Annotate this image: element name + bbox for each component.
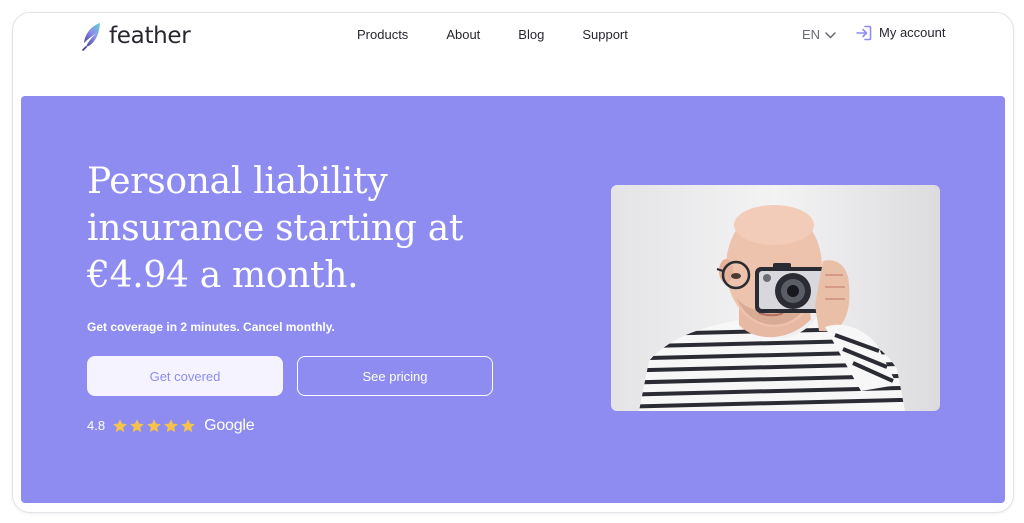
main-menu: Products About Blog Support (357, 26, 666, 44)
nav-item-support[interactable]: Support (582, 26, 628, 44)
browser-frame: feather Products About Blog Support EN M… (12, 12, 1014, 513)
rating-stars (112, 418, 197, 434)
my-account-label: My account (879, 25, 946, 40)
hero-photo (611, 185, 940, 411)
hero-subtitle: Get coverage in 2 minutes. Cancel monthl… (87, 320, 335, 334)
google-wordmark: Google (204, 417, 255, 434)
chevron-down-icon (825, 31, 836, 38)
star-icon (181, 419, 195, 433)
hero-section: Personal liability insurance starting at… (21, 96, 1005, 503)
get-covered-button[interactable]: Get covered (87, 356, 283, 396)
star-icon (130, 419, 144, 433)
man-with-camera-photo (611, 185, 940, 411)
google-rating: 4.8 Google (87, 417, 255, 435)
language-selector[interactable]: EN (802, 26, 836, 44)
nav-item-products[interactable]: Products (357, 26, 408, 44)
sign-in-icon (856, 25, 872, 41)
see-pricing-button[interactable]: See pricing (297, 356, 493, 396)
nav-item-about[interactable]: About (446, 26, 480, 44)
language-label: EN (802, 27, 821, 42)
top-navigation: feather Products About Blog Support EN M… (13, 13, 1013, 58)
star-icon (147, 419, 161, 433)
star-icon (164, 419, 178, 433)
star-icon (113, 419, 127, 433)
my-account-link[interactable]: My account (855, 24, 945, 42)
nav-item-blog[interactable]: Blog (518, 26, 544, 44)
feather-logo-icon (82, 23, 100, 51)
brand-logo[interactable]: feather (79, 21, 191, 51)
brand-name: feather (109, 23, 191, 49)
rating-value: 4.8 (87, 418, 106, 433)
hero-headline: Personal liability insurance starting at… (87, 161, 464, 296)
